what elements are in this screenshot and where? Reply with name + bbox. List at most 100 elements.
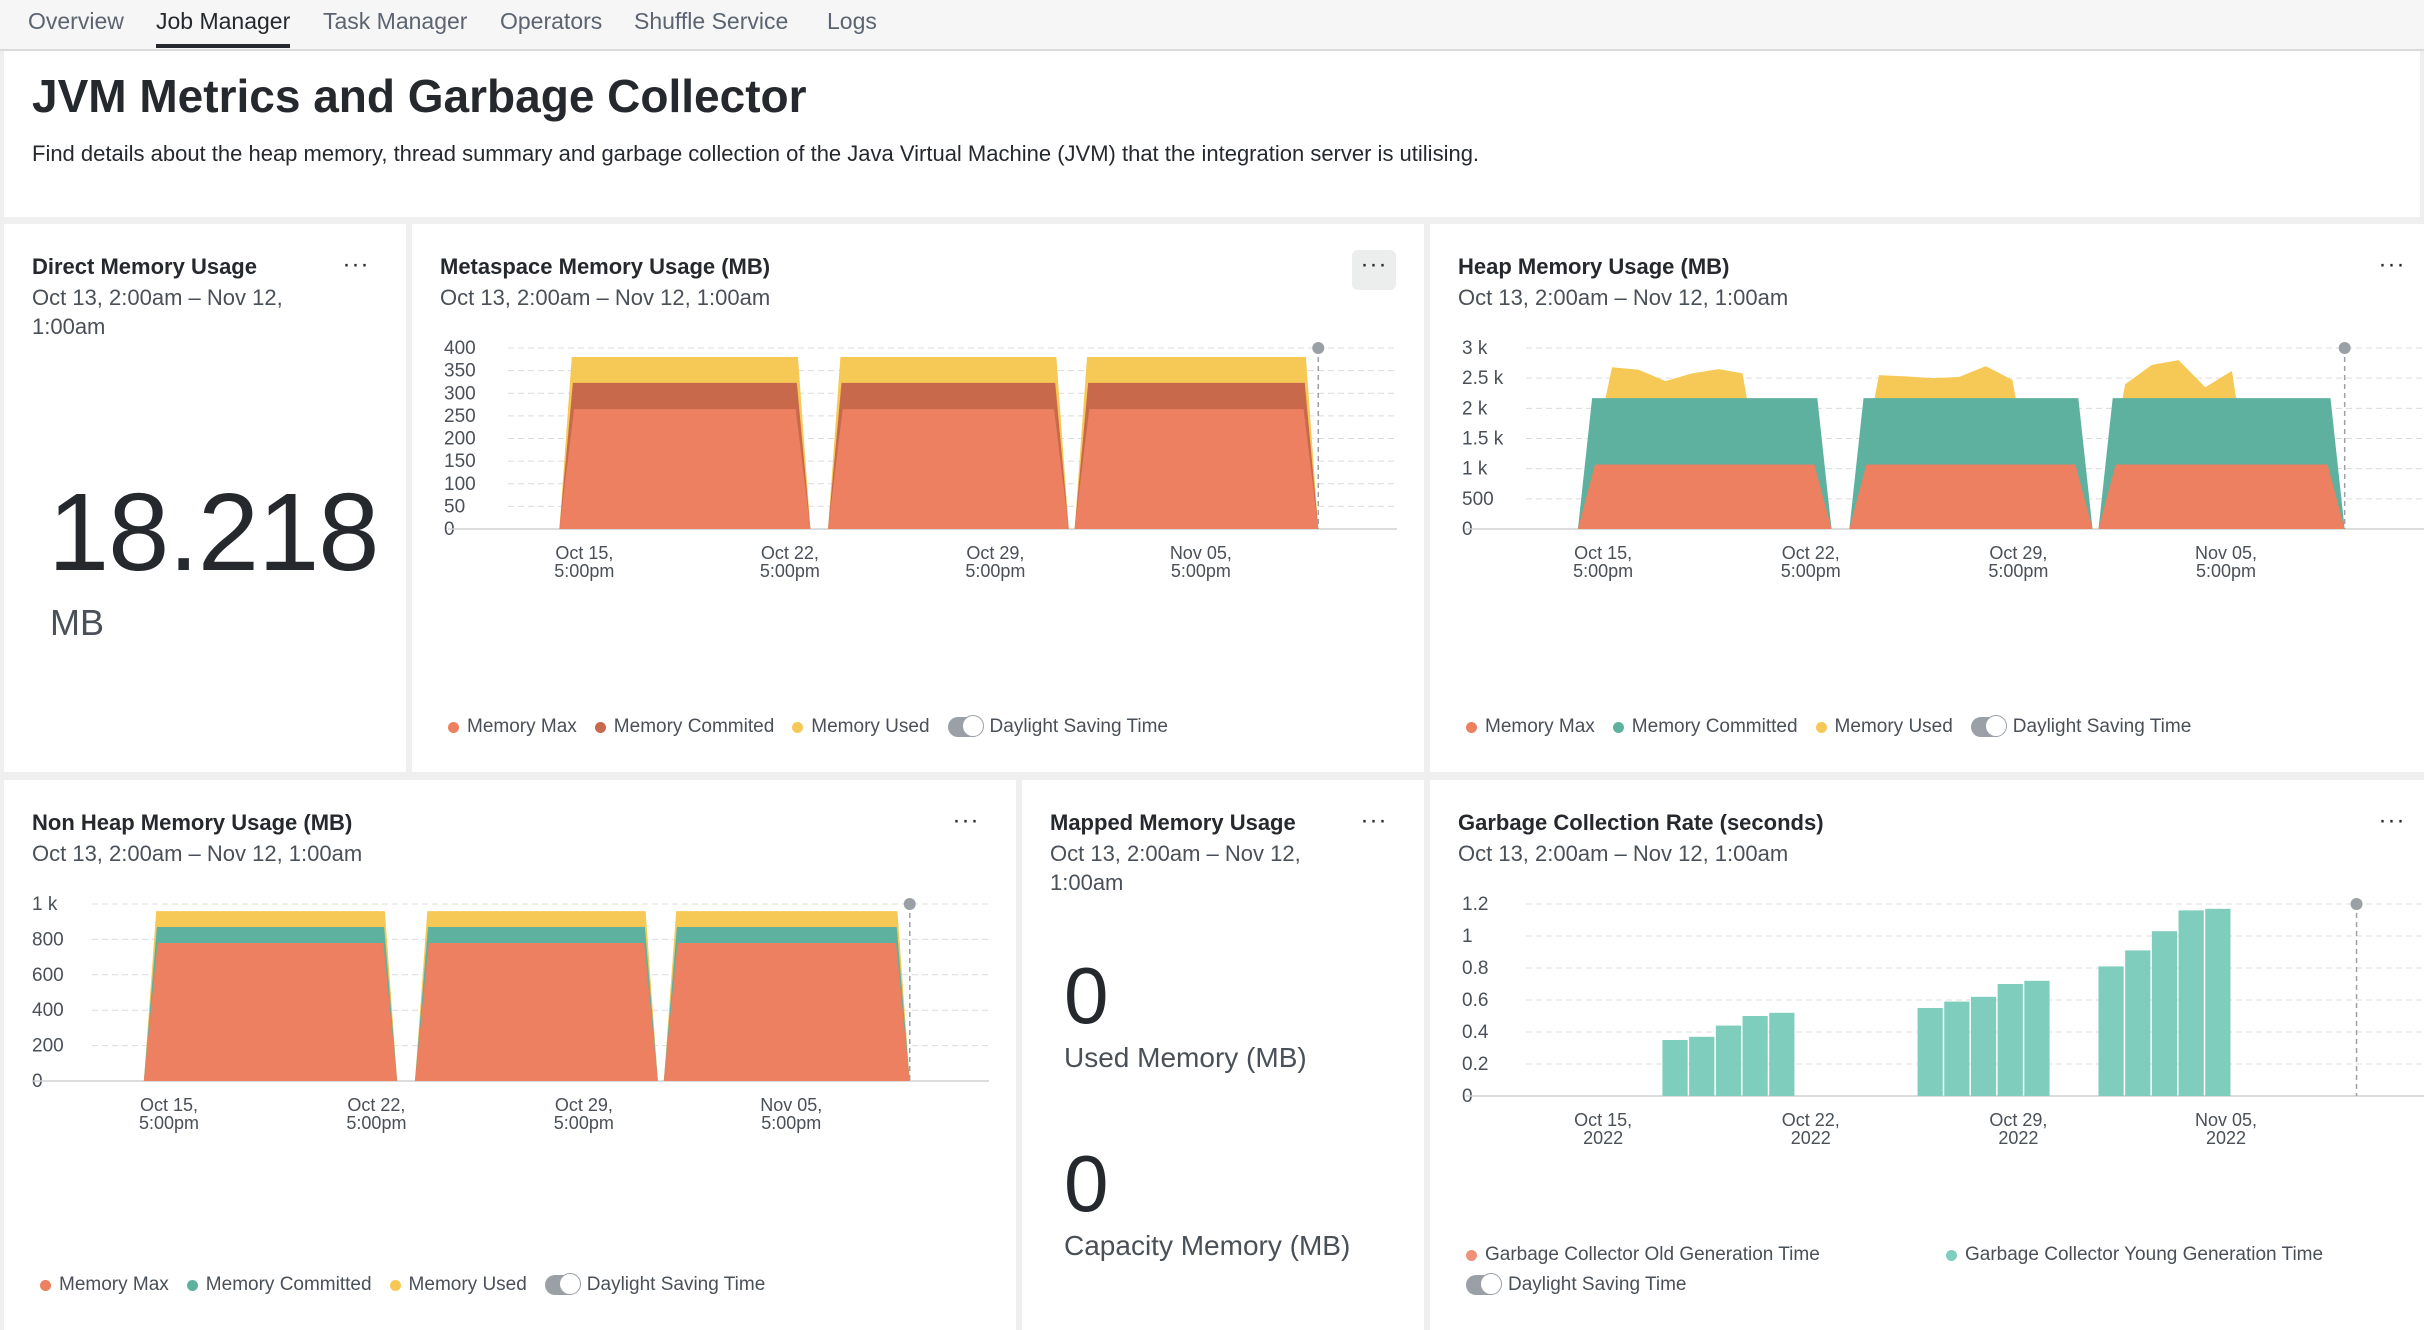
legend-dot (1815, 721, 1827, 733)
legend-label: Memory Committed (205, 1274, 372, 1295)
gc-bar (1917, 1008, 1943, 1096)
x-tick-label: Oct 22, (761, 543, 819, 563)
direct-memory-range-line2: 1:00am (32, 314, 106, 339)
x-tick-label: 5:00pm (346, 1113, 406, 1133)
metaspace-card: Metaspace Memory Usage (MB) Oct 13, 2:00… (412, 224, 1424, 772)
area-memory-max (828, 409, 1069, 529)
legend-gc-young[interactable]: Garbage Collector Young Generation Time (1946, 1244, 2323, 1266)
legend-dot (1466, 1249, 1477, 1261)
y-tick-label: 100 (444, 474, 476, 495)
legend-dot (40, 1279, 51, 1291)
x-tick-label: 5:00pm (1573, 561, 1633, 581)
daylight-saving-toggle[interactable]: Daylight Saving Time (947, 715, 1168, 738)
daylight-saving-toggle[interactable]: Daylight Saving Time (544, 1273, 765, 1296)
mapped-memory-menu-button[interactable]: ··· (1352, 806, 1396, 846)
x-tick-label: Nov 05, (1170, 543, 1232, 563)
tab-job-manager-label: Job Manager (156, 8, 291, 34)
legend-memory-committed[interactable]: Memory Committed (186, 1274, 372, 1296)
x-tick-label: 5:00pm (1171, 561, 1231, 581)
y-tick-label: 2.5 k (1462, 368, 1504, 389)
legend-label: Garbage Collector Young Generation Time (1965, 1244, 2324, 1265)
x-tick-label: 5:00pm (965, 561, 1025, 581)
active-tab-indicator (156, 44, 291, 48)
used-memory-label: Used Memory (MB) (1064, 1042, 1307, 1073)
legend-dot (594, 721, 606, 733)
legend-dot (1946, 1249, 1957, 1261)
tab-logs[interactable]: Logs (827, 8, 877, 35)
legend-memory-commited[interactable]: Memory Commited (594, 716, 775, 738)
tab-overview[interactable]: Overview (28, 8, 124, 35)
toggle-switch (1970, 715, 2007, 737)
y-tick-label: 0.6 (1462, 990, 1488, 1011)
legend-dot (792, 721, 804, 733)
nonheap-range: Oct 13, 2:00am – Nov 12, 1:00am (32, 841, 363, 866)
x-tick-label: 5:00pm (554, 1113, 614, 1133)
now-marker-dot (2350, 898, 2363, 910)
y-tick-label: 600 (32, 965, 64, 986)
mapped-memory-range: Oct 13, 2:00am – Nov 12, 1:00am (1050, 839, 1301, 897)
daylight-saving-toggle[interactable]: Daylight Saving Time (1970, 715, 2192, 738)
legend-memory-max[interactable]: Memory Max (448, 716, 577, 738)
capacity-memory-label: Capacity Memory (MB) (1064, 1230, 1351, 1261)
legend-memory-committed[interactable]: Memory Committed (1612, 716, 1798, 738)
legend-label: Garbage Collector Old Generation Time (1485, 1244, 1820, 1265)
legend-label: Memory Commited (613, 716, 775, 737)
nonheap-chart: 02004006008001 kOct 15,5:00pmOct 22,5:00… (32, 894, 989, 1133)
y-tick-label: 1.5 k (1462, 429, 1504, 450)
gc-rate-legend-row1b: Garbage Collector Young Generation Time (1946, 1244, 2323, 1266)
legend-memory-used[interactable]: Memory Used (1815, 716, 1953, 738)
area-memory-max (663, 942, 910, 1081)
tab-job-manager[interactable]: Job Manager (156, 8, 291, 48)
tab-operators[interactable]: Operators (500, 8, 602, 35)
metaspace-menu-button[interactable]: ··· (1352, 250, 1396, 290)
x-tick-label: 5:00pm (2196, 561, 2256, 581)
legend-memory-used[interactable]: Memory Used (792, 716, 930, 738)
toggle-knob (1480, 1273, 1502, 1295)
nonheap-menu-button[interactable]: ··· (944, 806, 988, 846)
legend-memory-used[interactable]: Memory Used (389, 1274, 527, 1296)
daylight-saving-toggle[interactable]: Daylight Saving Time (1466, 1273, 1686, 1296)
toggle-knob (961, 715, 984, 737)
gc-bar (1662, 1040, 1688, 1096)
direct-memory-range: Oct 13, 2:00am – Nov 12, 1:00am (32, 283, 283, 341)
x-tick-label: Oct 22, (1782, 1110, 1840, 1130)
x-tick-label: 5:00pm (760, 561, 820, 581)
nonheap-legend: Memory Max Memory Committed Memory Used … (40, 1273, 765, 1296)
y-tick-label: 500 (1462, 489, 1494, 510)
area-memory-max (1849, 464, 2093, 529)
legend-memory-max[interactable]: Memory Max (40, 1274, 169, 1296)
legend-gc-old[interactable]: Garbage Collector Old Generation Time (1466, 1244, 1820, 1266)
y-tick-label: 0.8 (1462, 958, 1488, 979)
tab-shuffle-service[interactable]: Shuffle Service (634, 8, 788, 35)
y-tick-label: 3 k (1462, 338, 1488, 359)
x-tick-label: Oct 15, (555, 543, 613, 563)
toggle-knob (558, 1273, 581, 1295)
legend-label: Memory Max (467, 716, 577, 737)
legend-dot (1466, 721, 1477, 733)
heap-legend: Memory Max Memory Committed Memory Used … (1466, 715, 2192, 738)
gc-bar (1689, 1036, 1715, 1096)
gc-rate-chart: 00.20.40.60.811.2Oct 15,2022Oct 22,2022O… (1462, 894, 2424, 1148)
x-tick-label: 5:00pm (139, 1113, 199, 1133)
gc-bar (1715, 1025, 1742, 1096)
x-tick-label: Nov 05, (2195, 1110, 2257, 1130)
nonheap-card: Non Heap Memory Usage (MB) Oct 13, 2:00a… (4, 780, 1016, 1330)
tab-task-manager[interactable]: Task Manager (323, 8, 467, 35)
legend-memory-max[interactable]: Memory Max (1466, 716, 1595, 738)
heap-menu-button[interactable]: ··· (2370, 250, 2414, 290)
y-tick-label: 1.2 (1462, 894, 1488, 915)
gc-rate-legend-row2: Daylight Saving Time (1466, 1273, 1686, 1296)
gc-rate-menu-button[interactable]: ··· (2370, 806, 2414, 846)
direct-memory-menu-button[interactable]: ··· (334, 250, 378, 290)
toggle-switch (947, 715, 984, 737)
legend-dot (448, 721, 459, 733)
top-tab-bar: Overview Job Manager Task Manager Operat… (0, 0, 2424, 51)
legend-label: Memory Used (1834, 716, 1953, 737)
toggle-label: Daylight Saving Time (2012, 716, 2192, 737)
gc-bar (2205, 908, 2231, 1096)
now-marker-dot (1312, 342, 1325, 354)
x-tick-label: Oct 29, (1989, 543, 2047, 563)
gc-bar (1769, 1012, 1795, 1096)
direct-memory-range-line1: Oct 13, 2:00am – Nov 12, (32, 285, 283, 310)
toggle-knob (1984, 715, 2007, 737)
